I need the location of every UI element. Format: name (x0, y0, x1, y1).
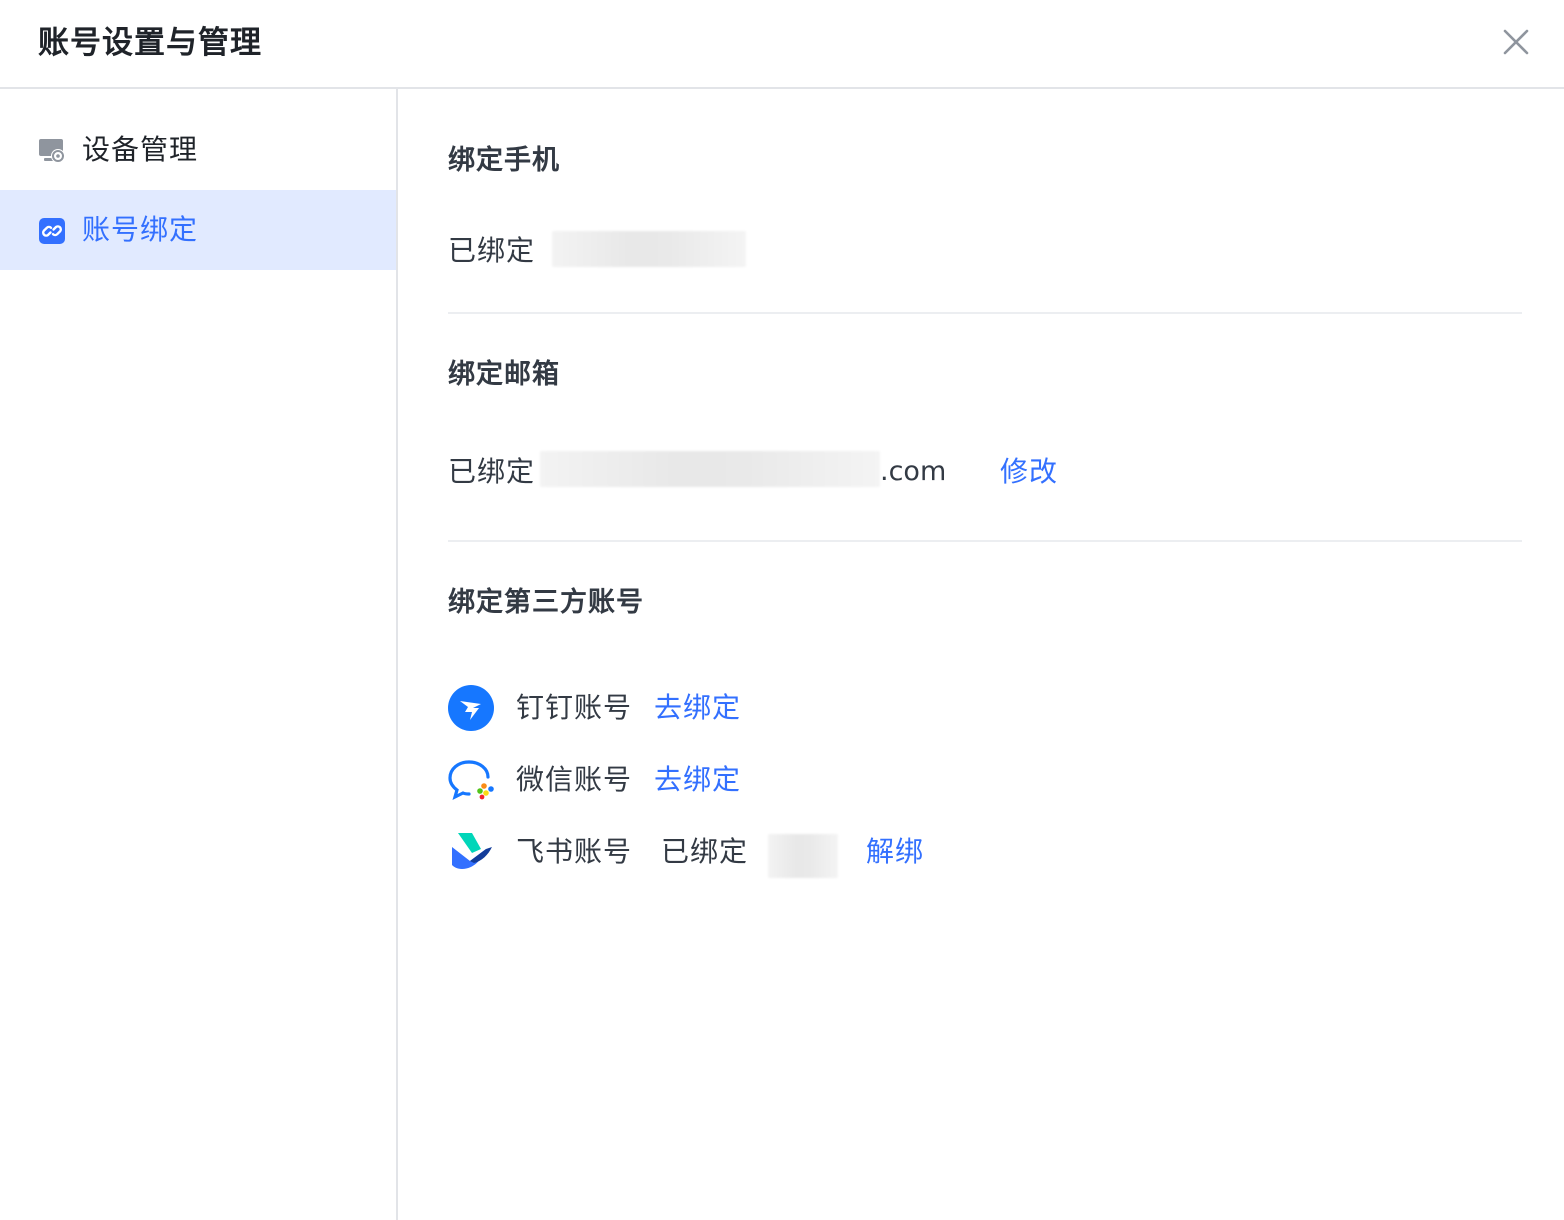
email-address-redacted (540, 451, 880, 487)
account-settings-dialog: 账号设置与管理 设备管理 账号绑定 绑定手机 已绑定 绑定邮箱 已绑定 .com… (0, 0, 1564, 1220)
sidebar-item-label: 设备管理 (82, 133, 199, 166)
edit-email-link[interactable]: 修改 (1000, 452, 1058, 492)
feishu-icon (452, 833, 492, 869)
email-status: 已绑定 (448, 455, 536, 488)
feishu-account-redacted (768, 834, 838, 878)
wechat-account-label: 微信账号 (516, 763, 633, 796)
sidebar-item-device-management[interactable]: 设备管理 (0, 110, 396, 190)
bind-wechat-link[interactable]: 去绑定 (654, 760, 741, 800)
sidebar-item-label: 账号绑定 (82, 213, 199, 246)
main-content: 绑定手机 已绑定 绑定邮箱 已绑定 .com 修改 绑定第三方账号 钉钉账号 去… (398, 89, 1564, 1220)
section-divider (448, 540, 1522, 542)
close-button[interactable] (1498, 24, 1534, 60)
phone-number-redacted (552, 231, 746, 267)
feishu-account-label: 飞书账号 (516, 835, 633, 868)
phone-status: 已绑定 (448, 234, 536, 267)
dingtalk-icon (448, 685, 494, 731)
third-party-section-title: 绑定第三方账号 (448, 587, 644, 618)
dialog-header: 账号设置与管理 (0, 0, 1564, 89)
unbind-feishu-link[interactable]: 解绑 (866, 832, 924, 872)
email-section-title: 绑定邮箱 (448, 359, 560, 390)
device-settings-icon (39, 139, 65, 163)
bind-dingtalk-link[interactable]: 去绑定 (654, 688, 741, 728)
dialog-title: 账号设置与管理 (38, 25, 262, 61)
wechat-work-icon (448, 760, 494, 801)
dingtalk-account-label: 钉钉账号 (516, 691, 633, 724)
section-divider (448, 312, 1522, 314)
phone-section-title: 绑定手机 (448, 145, 560, 176)
email-domain-suffix: .com (880, 456, 947, 487)
link-icon (39, 218, 65, 244)
sidebar: 设备管理 账号绑定 (0, 89, 398, 1220)
feishu-bound-status: 已绑定 (661, 835, 749, 868)
close-icon (1503, 29, 1529, 55)
sidebar-item-account-binding[interactable]: 账号绑定 (0, 190, 396, 270)
